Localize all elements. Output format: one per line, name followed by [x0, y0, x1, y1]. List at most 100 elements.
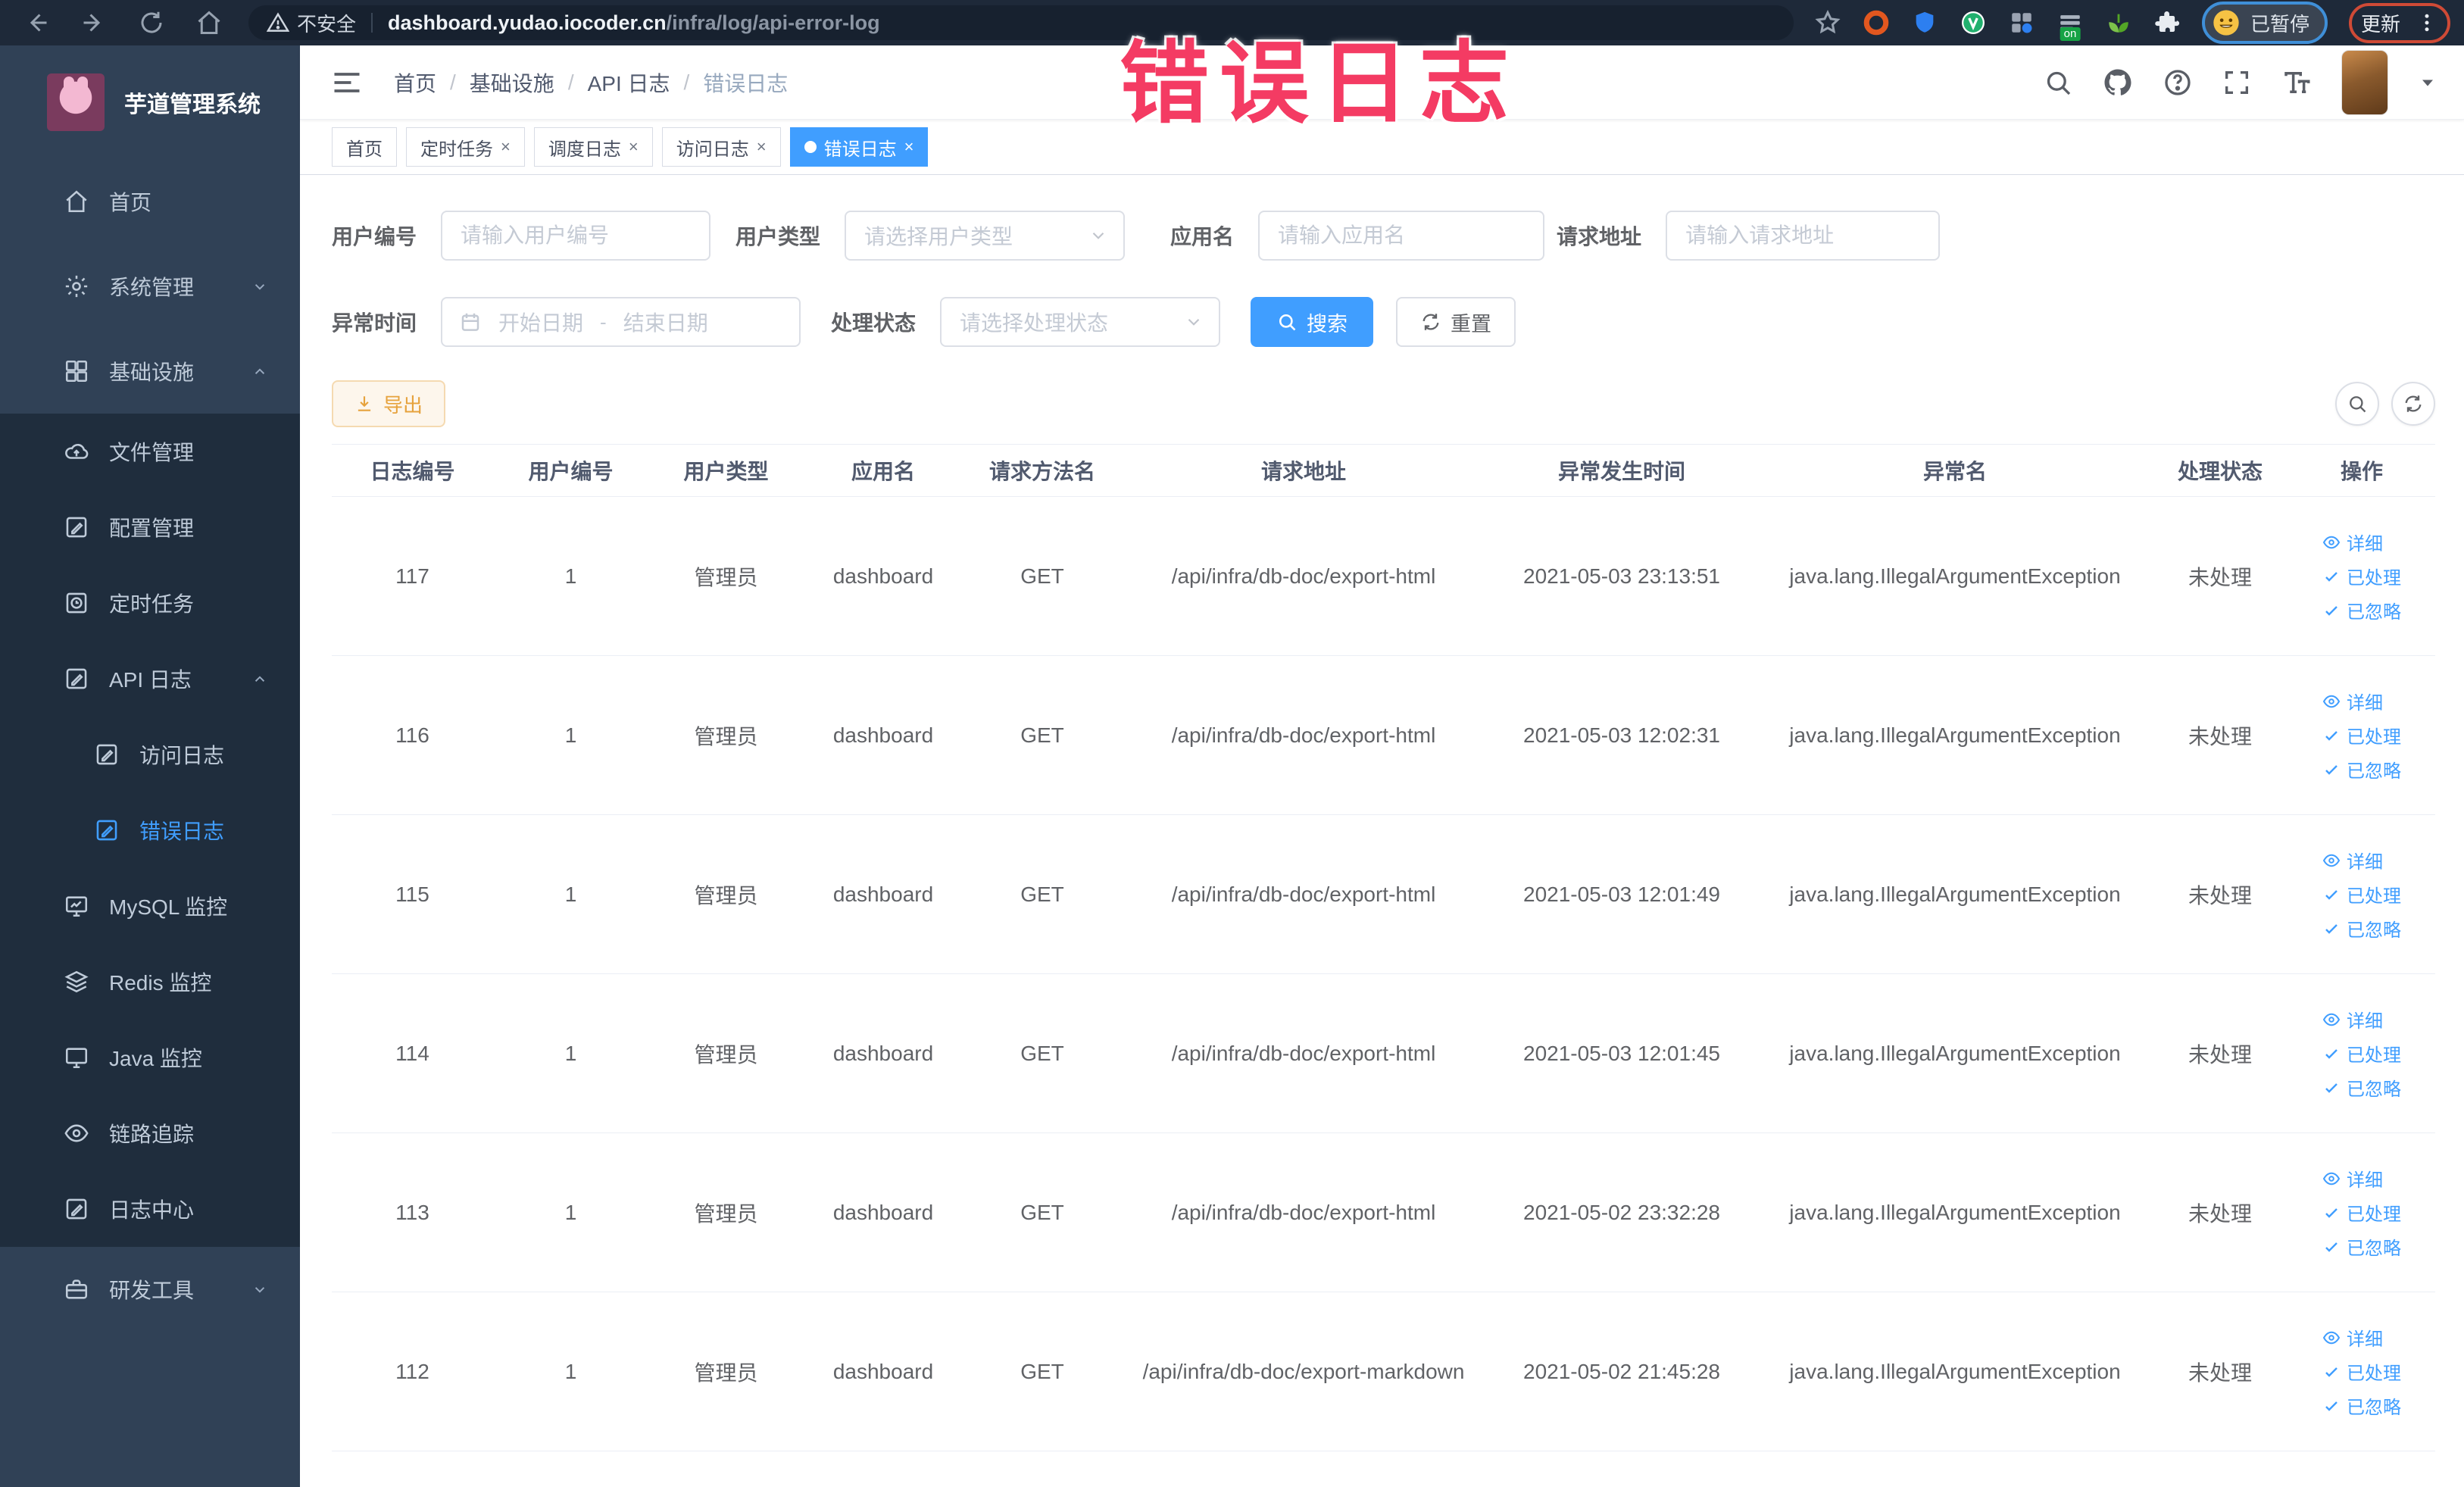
tab-label: 首页: [346, 139, 383, 160]
detail-link[interactable]: 详细: [2322, 1165, 2383, 1192]
sidebar-item-3[interactable]: 文件管理: [0, 414, 300, 489]
address-bar[interactable]: 不安全 dashboard.yudao.iocoder.cn/infra/log…: [248, 5, 1794, 40]
security-label[interactable]: 不安全: [297, 9, 356, 37]
help-icon[interactable]: [2163, 67, 2193, 98]
detail-link[interactable]: 详细: [2322, 1324, 2383, 1351]
close-icon[interactable]: ×: [501, 137, 511, 157]
forward-icon[interactable]: [80, 9, 108, 36]
home-icon[interactable]: [195, 9, 223, 36]
ignored-link[interactable]: 已忽略: [2322, 915, 2401, 942]
edit-icon: [64, 666, 89, 692]
ignored-link[interactable]: 已忽略: [2322, 1392, 2401, 1419]
cell-status: 未处理: [2188, 1042, 2252, 1067]
tab-0[interactable]: 首页: [332, 127, 397, 167]
ext-rows-icon[interactable]: on: [2056, 9, 2084, 41]
sidebar-item-11[interactable]: Java 监控: [0, 1020, 300, 1095]
avatar[interactable]: [2341, 49, 2388, 115]
sidebar-item-7[interactable]: 访问日志: [0, 717, 300, 792]
ext-ring-icon[interactable]: [1863, 9, 1890, 36]
calendar-icon: [459, 311, 482, 333]
sidebar-item-4[interactable]: 配置管理: [0, 489, 300, 565]
bookmark-star-icon[interactable]: [1814, 9, 1841, 36]
range-end[interactable]: 结束日期: [623, 307, 708, 337]
caret-down-icon[interactable]: [2417, 72, 2438, 93]
app-logo-row[interactable]: 芋道管理系统: [0, 45, 300, 159]
tab-2[interactable]: 调度日志 ×: [533, 127, 653, 167]
range-start[interactable]: 开始日期: [498, 307, 583, 337]
cell-method: GET: [1020, 1359, 1064, 1383]
ext-leaf-icon[interactable]: [2105, 9, 2132, 36]
ext-shield-icon[interactable]: [1911, 9, 1938, 36]
github-icon[interactable]: [2102, 67, 2134, 98]
sidebar-item-8[interactable]: 错误日志: [0, 792, 300, 868]
sidebar-item-10[interactable]: Redis 监控: [0, 944, 300, 1020]
processed-link[interactable]: 已处理: [2322, 1358, 2401, 1385]
navbar: 首页 / 基础设施 / API 日志 / 错误日志: [300, 45, 2464, 120]
detail-link[interactable]: 详细: [2322, 688, 2383, 714]
toggle-search-button[interactable]: [2335, 382, 2379, 426]
cloud-icon: [64, 439, 89, 464]
sidebar-item-2[interactable]: 基础设施: [0, 329, 300, 414]
back-icon[interactable]: [23, 9, 50, 36]
breadcrumb-item[interactable]: 首页: [394, 67, 436, 98]
ignored-link[interactable]: 已忽略: [2322, 1233, 2401, 1260]
cell-exception: java.lang.IllegalArgumentException: [1789, 1200, 2121, 1224]
update-button[interactable]: 更新: [2348, 2, 2450, 43]
sidebar-item-13[interactable]: 日志中心: [0, 1171, 300, 1247]
sidebar-item-12[interactable]: 链路追踪: [0, 1095, 300, 1171]
processed-link[interactable]: 已处理: [2322, 1040, 2401, 1067]
breadcrumb-item[interactable]: 基础设施: [470, 67, 554, 98]
reload-icon[interactable]: [138, 9, 165, 36]
chevron-up-icon: [250, 669, 270, 689]
breadcrumb-item[interactable]: API 日志: [588, 67, 670, 98]
profile-chip[interactable]: 已暂停: [2201, 2, 2328, 44]
detail-link[interactable]: 详细: [2322, 847, 2383, 873]
detail-link[interactable]: 详细: [2322, 1006, 2383, 1032]
processed-link[interactable]: 已处理: [2322, 563, 2401, 589]
home-icon: [64, 189, 89, 214]
close-icon[interactable]: ×: [757, 137, 767, 157]
ext-grid-icon[interactable]: [2008, 9, 2035, 36]
sidebar-item-5[interactable]: 定时任务: [0, 565, 300, 641]
processed-link[interactable]: 已处理: [2322, 881, 2401, 908]
tab-4[interactable]: 错误日志 ×: [789, 127, 929, 167]
tab-label: 错误日志: [823, 139, 897, 160]
process-status-select[interactable]: 请选择处理状态: [940, 297, 1221, 347]
processed-link[interactable]: 已处理: [2322, 1199, 2401, 1226]
user-id-input[interactable]: [441, 211, 711, 261]
search-icon[interactable]: [2043, 67, 2073, 98]
export-button[interactable]: 导出: [332, 380, 446, 427]
fullscreen-icon[interactable]: [2222, 67, 2252, 98]
close-icon[interactable]: ×: [629, 137, 639, 157]
sidebar-item-6[interactable]: API 日志: [0, 641, 300, 717]
request-url-input[interactable]: [1666, 211, 1941, 261]
sidebar-item-14[interactable]: 研发工具: [0, 1247, 300, 1332]
reset-button[interactable]: 重置: [1396, 297, 1516, 347]
ext-circle-v-icon[interactable]: [1960, 9, 1987, 36]
cell-user_type: 管理员: [694, 1201, 758, 1226]
ignored-link[interactable]: 已忽略: [2322, 756, 2401, 783]
detail-link[interactable]: 详细: [2322, 529, 2383, 555]
kebab-menu-icon[interactable]: [2416, 11, 2438, 34]
processed-link[interactable]: 已处理: [2322, 722, 2401, 748]
app-name-input[interactable]: [1258, 211, 1545, 261]
tab-3[interactable]: 访问日志 ×: [661, 127, 781, 167]
sidebar-item-9[interactable]: MySQL 监控: [0, 868, 300, 944]
cell-user_type: 管理员: [694, 565, 758, 589]
sidebar-item-0[interactable]: 首页: [0, 159, 300, 244]
ignored-link[interactable]: 已忽略: [2322, 597, 2401, 623]
user-type-select[interactable]: 请选择用户类型: [845, 211, 1126, 261]
close-icon[interactable]: ×: [904, 137, 914, 157]
sidebar-item-1[interactable]: 系统管理: [0, 244, 300, 329]
search-button[interactable]: 搜索: [1251, 297, 1374, 347]
exception-time-range[interactable]: 开始日期 - 结束日期: [441, 297, 801, 347]
extensions-puzzle-icon[interactable]: [2153, 9, 2181, 36]
eye-small-icon: [2322, 692, 2341, 711]
hamburger-icon[interactable]: [330, 66, 364, 99]
cell-url: /api/infra/db-doc/export-html: [1171, 564, 1436, 588]
ignored-link[interactable]: 已忽略: [2322, 1074, 2401, 1101]
tab-1[interactable]: 定时任务 ×: [406, 127, 525, 167]
refresh-table-button[interactable]: [2391, 382, 2435, 426]
font-size-icon[interactable]: [2281, 67, 2313, 98]
sidebar-item-label: 文件管理: [109, 441, 195, 464]
